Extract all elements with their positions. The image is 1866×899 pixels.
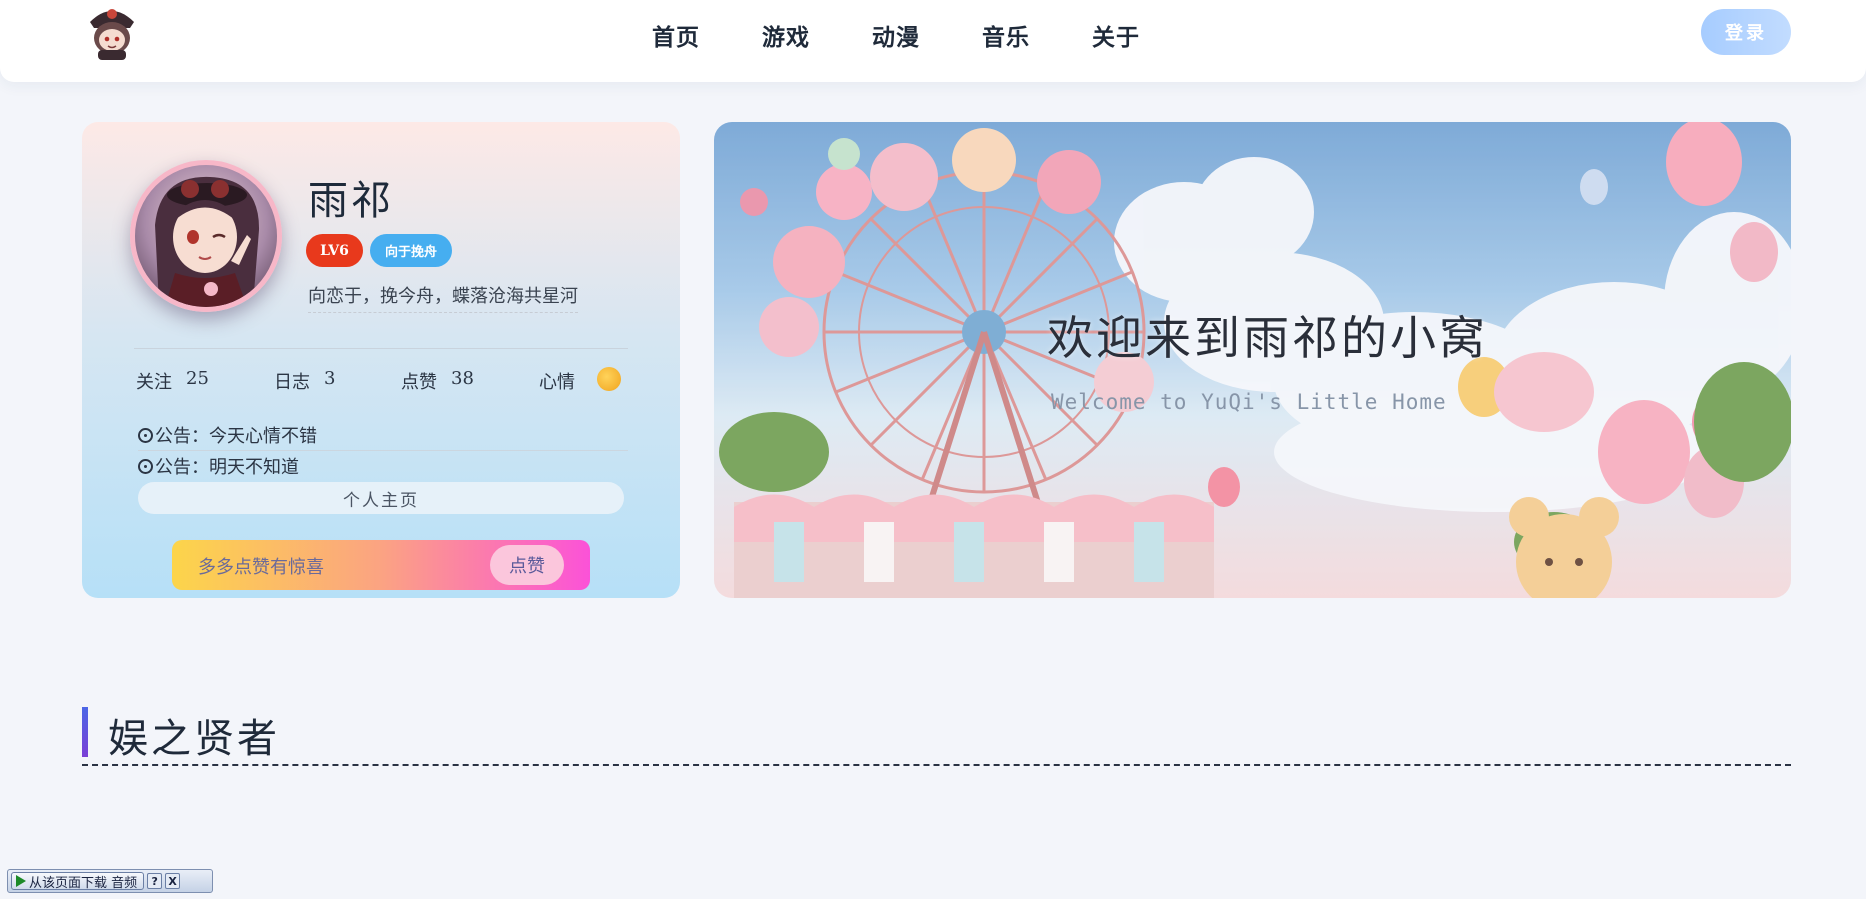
login-button[interactable]: 登录: [1701, 9, 1791, 55]
stat-likes[interactable]: 点赞 38: [401, 368, 539, 394]
level-badge: LV6: [306, 234, 363, 267]
notice-item: 公告：明天不知道: [138, 453, 628, 481]
like-prompt: 多多点赞有惊喜: [198, 557, 324, 578]
chibi-character-logo-icon[interactable]: [82, 2, 142, 62]
section-divider: [82, 764, 1791, 766]
divider: [134, 348, 628, 349]
clock-icon: [138, 458, 153, 474]
stat-label: 日志: [274, 372, 310, 393]
stat-following[interactable]: 关注 25: [136, 368, 274, 394]
banner-title: 欢迎来到雨祁的小窝: [1047, 311, 1488, 365]
stat-label: 心情: [539, 372, 575, 393]
like-bar: 多多点赞有惊喜 点赞: [172, 540, 590, 590]
welcome-banner: 欢迎来到雨祁的小窝 Welcome to YuQi's Little Home: [714, 122, 1791, 598]
download-audio-button[interactable]: 从该页面下载 音频: [11, 872, 145, 891]
top-navbar: 首页 游戏 动漫 音乐 关于 登录: [0, 0, 1866, 82]
notice-item: 公告：今天心情不错: [138, 422, 628, 451]
download-label: 从该页面下载 音频: [29, 875, 138, 891]
like-button[interactable]: 点赞: [490, 545, 564, 585]
audio-download-toolbar: 从该页面下载 音频 ? X: [7, 869, 213, 893]
close-button[interactable]: X: [165, 873, 181, 889]
nav-item-anime[interactable]: 动漫: [872, 18, 920, 52]
section-accent-bar: [82, 707, 88, 757]
tag-badge: 向于挽舟: [370, 234, 452, 267]
help-button[interactable]: ?: [147, 873, 163, 889]
notice-text: 公告：明天不知道: [155, 457, 299, 478]
stat-value: 25: [186, 368, 209, 389]
stat-label: 点赞: [401, 372, 437, 393]
section-title: 娱之贤者: [108, 716, 280, 762]
stat-value: 3: [324, 368, 336, 389]
personal-homepage-button[interactable]: 个人主页: [138, 482, 624, 514]
nav-item-about[interactable]: 关于: [1092, 18, 1140, 52]
nav-item-games[interactable]: 游戏: [762, 18, 810, 52]
smiley-emoji-icon: [597, 367, 621, 391]
play-icon: [16, 875, 26, 887]
user-name: 雨祁: [308, 178, 394, 224]
notice-text: 公告：今天心情不错: [155, 426, 317, 447]
user-stats: 关注 25 日志 3 点赞 38 心情: [136, 367, 621, 394]
profile-card: 雨祁 LV6 向于挽舟 向恋于，挽今舟，蝶落沧海共星河 关注 25 日志 3 点…: [82, 122, 680, 598]
stat-label: 关注: [136, 372, 172, 393]
stat-value: 38: [451, 368, 474, 389]
clock-icon: [138, 427, 153, 443]
nav-item-home[interactable]: 首页: [652, 18, 700, 52]
banner-subtitle: Welcome to YuQi's Little Home: [1051, 390, 1447, 414]
stat-mood: 心情: [539, 367, 621, 394]
nav-item-music[interactable]: 音乐: [982, 18, 1030, 52]
main-nav: 首页 游戏 动漫 音乐 关于: [652, 18, 1202, 52]
user-motto: 向恋于，挽今舟，蝶落沧海共星河: [308, 282, 578, 313]
stat-posts[interactable]: 日志 3: [274, 368, 401, 394]
anime-avatar-icon[interactable]: [130, 160, 282, 312]
